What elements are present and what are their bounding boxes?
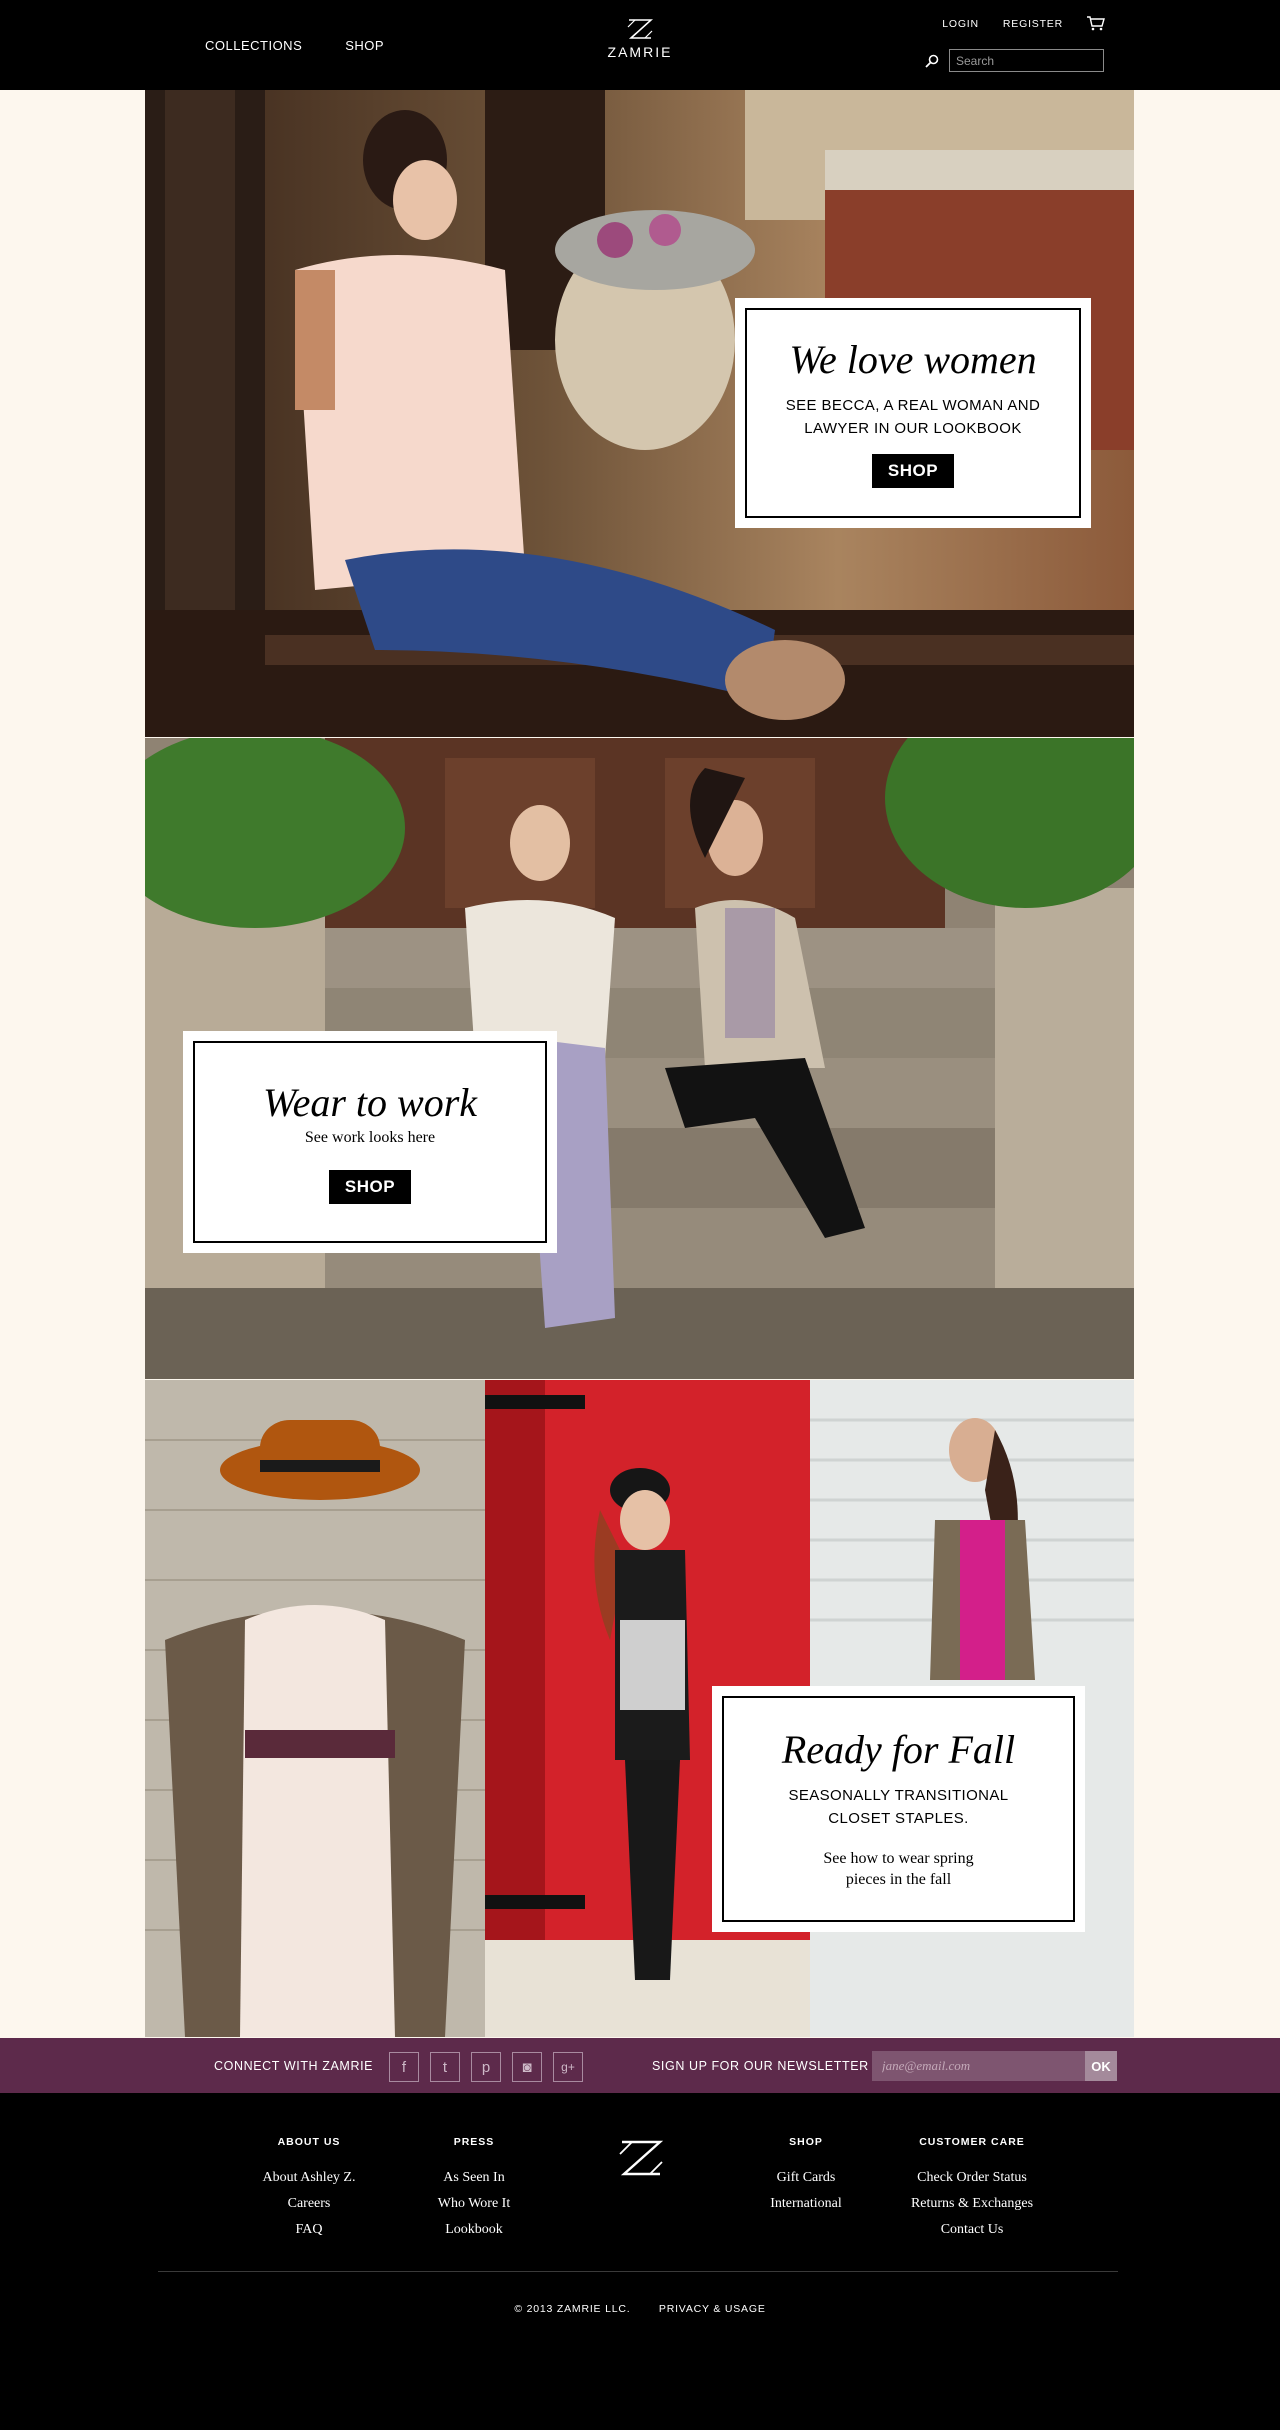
- copyright-text: © 2013 ZAMRIE LLC.: [514, 2303, 631, 2315]
- footer-heading: CUSTOMER CARE: [919, 2136, 1025, 2148]
- logo-wordmark: ZAMRIE: [607, 44, 673, 60]
- zamrie-logo-icon: [627, 19, 653, 39]
- register-link[interactable]: REGISTER: [1003, 18, 1063, 30]
- footer-heading: PRESS: [453, 2136, 495, 2148]
- footer-logo-icon[interactable]: [618, 2138, 664, 2178]
- promo-cta-box: Wear to work See work looks here SHOP: [183, 1031, 557, 1253]
- footer-link-returns[interactable]: Returns & Exchanges: [902, 2191, 1042, 2217]
- promo-cta-frame: Wear to work See work looks here SHOP: [193, 1041, 547, 1243]
- nav-shop[interactable]: SHOP: [345, 38, 384, 53]
- promo-subtitle: See work looks here: [304, 1128, 436, 1146]
- social-icons: f t p ◙ g+: [389, 2052, 583, 2082]
- twitter-icon[interactable]: t: [430, 2052, 460, 2082]
- promo-note-line1: See how to wear spring: [823, 1850, 974, 1867]
- site-header: COLLECTIONS SHOP ZAMRIE LOGIN REGISTER: [0, 0, 1280, 90]
- search-icon[interactable]: [925, 54, 939, 68]
- footer-col-press: PRESS As Seen In Who Wore It Lookbook: [404, 2136, 544, 2243]
- newsletter-email-input[interactable]: [872, 2051, 1085, 2081]
- footer-link-international[interactable]: International: [736, 2191, 876, 2217]
- account-nav: LOGIN REGISTER: [942, 16, 1105, 31]
- footer-link-check-order[interactable]: Check Order Status: [902, 2165, 1042, 2191]
- promo-cta-frame: Ready for Fall SEASONALLY TRANSITIONAL C…: [722, 1696, 1075, 1922]
- main-nav: COLLECTIONS SHOP: [205, 38, 384, 53]
- newsletter-label: SIGN UP FOR OUR NEWSLETTER: [652, 2059, 869, 2073]
- shop-button[interactable]: SHOP: [328, 1169, 412, 1204]
- promo-subtitle-line2: LAWYER IN OUR LOOKBOOK: [804, 420, 1022, 437]
- promo-headline: We love women: [789, 337, 1037, 382]
- footer-link-careers[interactable]: Careers: [239, 2191, 379, 2217]
- promo-subtitle-line1: SEE BECCA, A REAL WOMAN AND: [785, 397, 1041, 414]
- promo-wear-to-work[interactable]: Wear to work See work looks here SHOP: [145, 738, 1134, 1379]
- promo-headline: Ready for Fall: [781, 1727, 1016, 1772]
- promo-cta-box: We love women SEE BECCA, A REAL WOMAN AN…: [735, 298, 1091, 528]
- promo-cta-frame: We love women SEE BECCA, A REAL WOMAN AN…: [745, 308, 1081, 518]
- footer-divider: [158, 2271, 1118, 2272]
- footer-link-who-wore-it[interactable]: Who Wore It: [404, 2191, 544, 2217]
- promo-ready-for-fall[interactable]: Ready for Fall SEASONALLY TRANSITIONAL C…: [145, 1380, 1134, 2037]
- instagram-icon[interactable]: ◙: [512, 2052, 542, 2082]
- newsletter-submit-button[interactable]: OK: [1085, 2051, 1117, 2081]
- google-plus-icon[interactable]: g+: [553, 2052, 583, 2082]
- footer-link-lookbook[interactable]: Lookbook: [404, 2217, 544, 2243]
- social-newsletter-bar: CONNECT WITH ZAMRIE f t p ◙ g+ SIGN UP F…: [0, 2038, 1280, 2093]
- footer-col-about: ABOUT US About Ashley Z. Careers FAQ: [239, 2136, 379, 2243]
- footer-heading: SHOP: [789, 2136, 823, 2148]
- promo-note-line2: pieces in the fall: [845, 1871, 952, 1888]
- site-logo[interactable]: ZAMRIE: [600, 18, 680, 60]
- search-input[interactable]: [949, 49, 1104, 72]
- promo-subtitle-line1: SEASONALLY TRANSITIONAL: [788, 1787, 1009, 1804]
- login-link[interactable]: LOGIN: [942, 18, 979, 30]
- connect-label: CONNECT WITH ZAMRIE: [214, 2059, 374, 2073]
- promo-subtitle-line2: CLOSET STAPLES.: [828, 1810, 969, 1827]
- footer-link-faq[interactable]: FAQ: [239, 2217, 379, 2243]
- footer-link-about[interactable]: About Ashley Z.: [239, 2165, 379, 2191]
- footer-heading: ABOUT US: [277, 2136, 341, 2148]
- pinterest-icon[interactable]: p: [471, 2052, 501, 2082]
- footer-col-customer-care: CUSTOMER CARE Check Order Status Returns…: [902, 2136, 1042, 2243]
- footer-link-as-seen-in[interactable]: As Seen In: [404, 2165, 544, 2191]
- footer-link-gift-cards[interactable]: Gift Cards: [736, 2165, 876, 2191]
- promo-headline: Wear to work: [262, 1079, 478, 1125]
- privacy-link[interactable]: PRIVACY & USAGE: [659, 2303, 766, 2315]
- promo-cta-box: Ready for Fall SEASONALLY TRANSITIONAL C…: [712, 1686, 1085, 1932]
- site-footer: ABOUT US About Ashley Z. Careers FAQ PRE…: [0, 2093, 1280, 2430]
- footer-col-shop: SHOP Gift Cards International: [736, 2136, 876, 2217]
- footer-legal: © 2013 ZAMRIE LLC. PRIVACY & USAGE: [0, 2299, 1280, 2317]
- footer-link-contact[interactable]: Contact Us: [902, 2217, 1042, 2243]
- search-bar: [925, 49, 1104, 72]
- shop-button[interactable]: SHOP: [871, 454, 955, 488]
- facebook-icon[interactable]: f: [389, 2052, 419, 2082]
- cart-icon[interactable]: [1087, 16, 1105, 31]
- nav-collections[interactable]: COLLECTIONS: [205, 38, 302, 53]
- promo-we-love-women[interactable]: We love women SEE BECCA, A REAL WOMAN AN…: [145, 90, 1134, 737]
